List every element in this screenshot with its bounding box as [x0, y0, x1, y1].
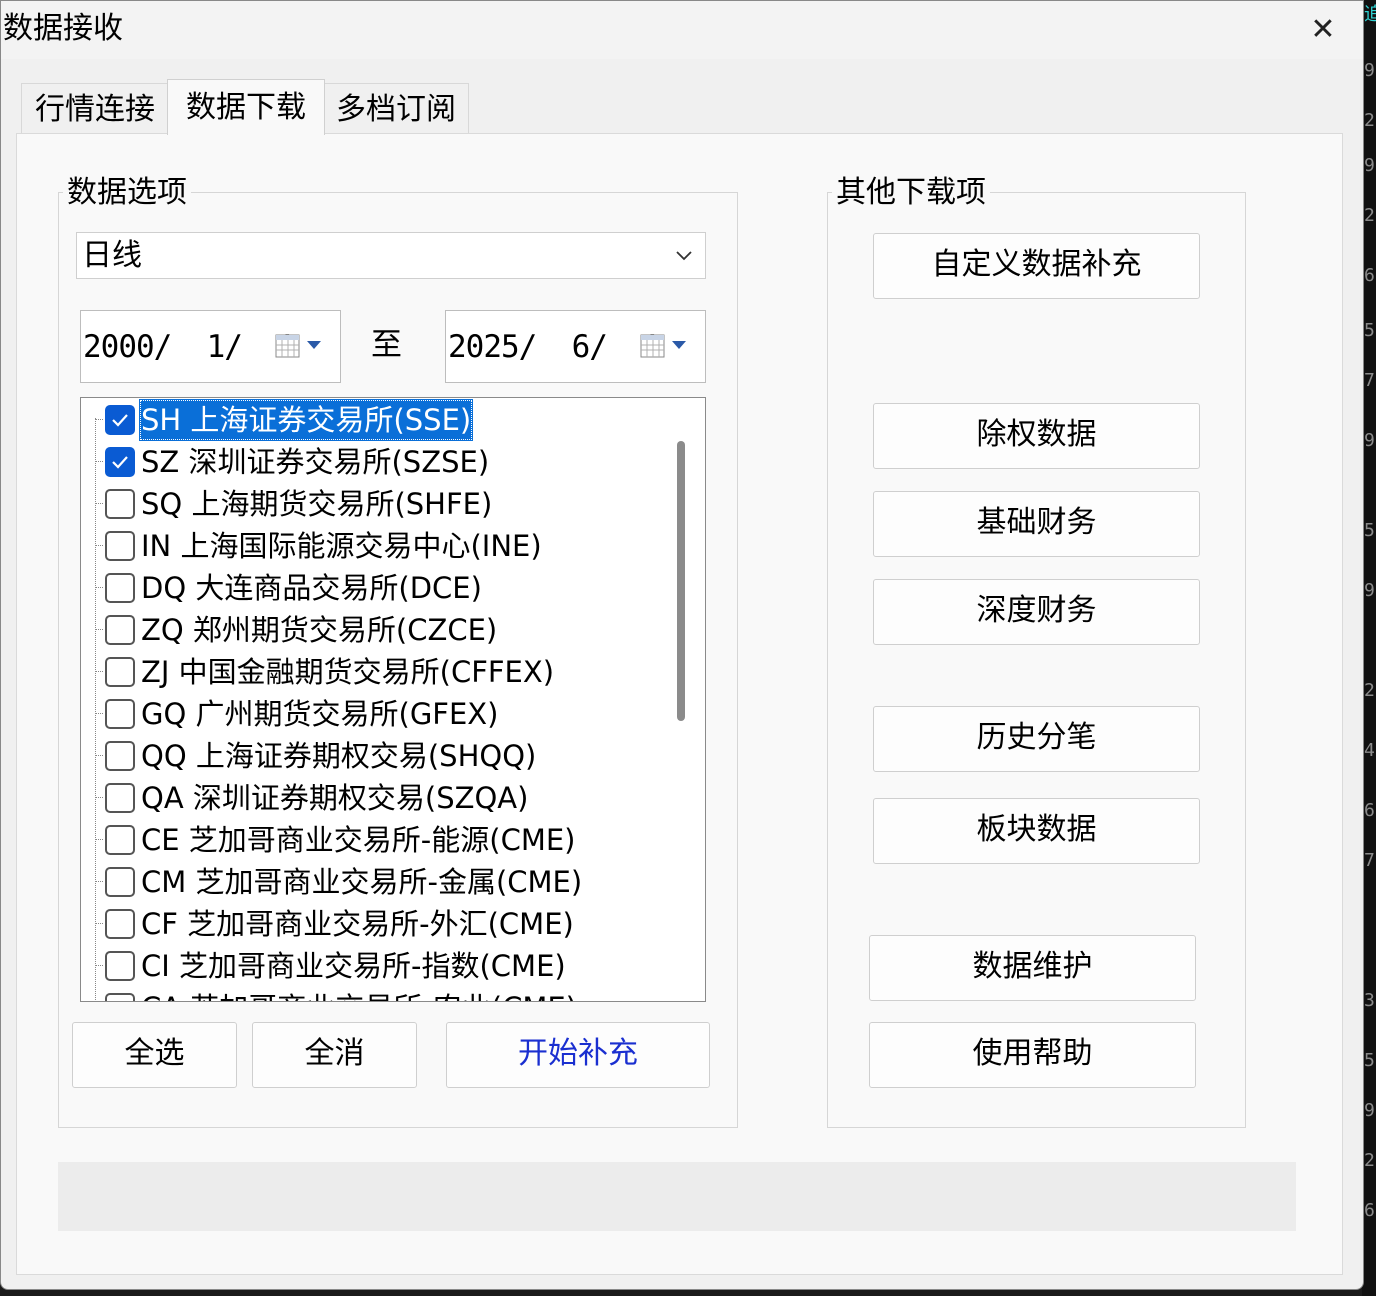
list-item[interactable]: SZ 深圳证券交易所(SZSE) — [81, 441, 681, 483]
chevron-down-icon — [676, 251, 692, 261]
custom-data-supplement-button[interactable]: 自定义数据补充 — [873, 233, 1200, 299]
tree-connector — [95, 755, 103, 756]
tree-connector — [95, 671, 103, 672]
start-download-button[interactable]: 开始补充 — [446, 1022, 710, 1088]
exchange-checkbox[interactable] — [105, 699, 135, 729]
exchange-checkbox[interactable] — [105, 447, 135, 477]
exchange-checkbox[interactable] — [105, 615, 135, 645]
exchange-label[interactable]: GQ 广州期货交易所(GFEX) — [139, 693, 501, 735]
list-scrollbar-thumb[interactable] — [677, 441, 685, 721]
exchange-label[interactable]: CI 芝加哥商业交易所-指数(CME) — [139, 945, 568, 987]
exchange-checkbox[interactable] — [105, 657, 135, 687]
list-item[interactable]: IN 上海国际能源交易中心(INE) — [81, 525, 681, 567]
tab-market-connection[interactable]: 行情连接 — [21, 83, 169, 135]
exchange-checkbox[interactable] — [105, 825, 135, 855]
tree-connector — [95, 503, 103, 504]
start-date-value: 2000/ 1/ 1 — [83, 329, 296, 365]
basic-financials-button[interactable]: 基础财务 — [873, 491, 1200, 557]
list-item[interactable]: CA 芝加哥商业交易所-农业(CME) — [81, 987, 681, 1001]
exchange-label[interactable]: QA 深圳证券期权交易(SZQA) — [139, 777, 530, 819]
tree-connector — [95, 419, 103, 420]
exchange-checkbox[interactable] — [105, 951, 135, 981]
date-range-separator: 至 — [371, 327, 402, 363]
exchange-checkbox[interactable] — [105, 405, 135, 435]
select-all-button[interactable]: 全选 — [72, 1022, 237, 1088]
exchange-label[interactable]: SZ 深圳证券交易所(SZSE) — [139, 441, 491, 483]
exchange-checkbox[interactable] — [105, 909, 135, 939]
close-icon[interactable]: ✕ — [1301, 11, 1345, 49]
list-item[interactable]: QA 深圳证券期权交易(SZQA) — [81, 777, 681, 819]
tree-connector — [95, 839, 103, 840]
tree-connector — [95, 965, 103, 966]
data-maintenance-button[interactable]: 数据维护 — [869, 935, 1196, 1001]
exchange-label[interactable]: CM 芝加哥商业交易所-金属(CME) — [139, 861, 584, 903]
window-title: 数据接收 — [3, 11, 123, 46]
exchange-checkbox[interactable] — [105, 993, 135, 1001]
list-item[interactable]: SH 上海证券交易所(SSE) — [81, 399, 681, 441]
list-item[interactable]: CI 芝加哥商业交易所-指数(CME) — [81, 945, 681, 987]
list-item[interactable]: ZJ 中国金融期货交易所(CFFEX) — [81, 651, 681, 693]
exchange-label[interactable]: SH 上海证券交易所(SSE) — [139, 399, 474, 441]
historical-ticks-button[interactable]: 历史分笔 — [873, 706, 1200, 772]
exchange-label[interactable]: IN 上海国际能源交易中心(INE) — [139, 525, 544, 567]
exchange-label[interactable]: CA 芝加哥商业交易所-农业(CME) — [139, 987, 579, 1001]
tree-connector — [95, 545, 103, 546]
dropdown-arrow-icon — [307, 341, 321, 349]
end-date-picker[interactable]: 2025/ 6/ 1 — [445, 310, 706, 383]
tree-connector — [95, 797, 103, 798]
list-item[interactable]: DQ 大连商品交易所(DCE) — [81, 567, 681, 609]
sector-data-button[interactable]: 板块数据 — [873, 798, 1200, 864]
exchange-checkbox[interactable] — [105, 741, 135, 771]
exchange-label[interactable]: CF 芝加哥商业交易所-外汇(CME) — [139, 903, 576, 945]
exchange-label[interactable]: CE 芝加哥商业交易所-能源(CME) — [139, 819, 577, 861]
start-date-picker[interactable]: 2000/ 1/ 1 — [80, 310, 341, 383]
other-downloads-legend: 其他下载项 — [832, 173, 990, 213]
tab-multi-level-subscription[interactable]: 多档订阅 — [323, 83, 469, 135]
data-options-legend: 数据选项 — [63, 173, 191, 213]
tree-connector — [95, 629, 103, 630]
exchange-label[interactable]: QQ 上海证券期权交易(SHQQ) — [139, 735, 538, 777]
exchange-label[interactable]: ZJ 中国金融期货交易所(CFFEX) — [139, 651, 556, 693]
exchange-label[interactable]: ZQ 郑州期货交易所(CZCE) — [139, 609, 499, 651]
deselect-all-button[interactable]: 全消 — [252, 1022, 417, 1088]
list-item[interactable]: ZQ 郑州期货交易所(CZCE) — [81, 609, 681, 651]
period-select[interactable]: 日线 — [76, 232, 706, 279]
exchange-checkbox[interactable] — [105, 573, 135, 603]
tree-connector — [95, 881, 103, 882]
exchange-checkbox[interactable] — [105, 531, 135, 561]
checkmark-icon — [112, 456, 128, 469]
title-bar: 数据接收 ✕ — [1, 1, 1363, 59]
period-select-value: 日线 — [82, 238, 142, 273]
dropdown-arrow-icon — [672, 341, 686, 349]
tree-connector — [95, 713, 103, 714]
calendar-icon — [640, 334, 665, 358]
data-receive-dialog: 数据接收 ✕ 行情连接 数据下载 多档订阅 数据选项 日线 2000/ 1/ 1… — [0, 0, 1364, 1290]
list-item[interactable]: SQ 上海期货交易所(SHFE) — [81, 483, 681, 525]
tree-connector — [95, 461, 103, 462]
exchange-checkbox[interactable] — [105, 783, 135, 813]
status-bar — [58, 1162, 1296, 1231]
help-button[interactable]: 使用帮助 — [869, 1022, 1196, 1088]
list-item[interactable]: CF 芝加哥商业交易所-外汇(CME) — [81, 903, 681, 945]
exchange-checklist[interactable]: SH 上海证券交易所(SSE) SZ 深圳证券交易所(SZSE) SQ 上海期货交易… — [80, 397, 706, 1002]
tree-connector — [95, 923, 103, 924]
calendar-icon — [275, 334, 300, 358]
background-app-strip: 追9292657959246735926 — [1362, 0, 1376, 1296]
list-item[interactable]: CE 芝加哥商业交易所-能源(CME) — [81, 819, 681, 861]
deep-financials-button[interactable]: 深度财务 — [873, 579, 1200, 645]
checkmark-icon — [112, 414, 128, 427]
list-item[interactable]: GQ 广州期货交易所(GFEX) — [81, 693, 681, 735]
exchange-checkbox[interactable] — [105, 489, 135, 519]
list-item[interactable]: QQ 上海证券期权交易(SHQQ) — [81, 735, 681, 777]
end-date-value: 2025/ 6/ 1 — [448, 329, 661, 365]
exchange-checkbox[interactable] — [105, 867, 135, 897]
tab-data-download[interactable]: 数据下载 — [167, 79, 325, 135]
ex-rights-data-button[interactable]: 除权数据 — [873, 403, 1200, 469]
tree-connector — [95, 587, 103, 588]
exchange-label[interactable]: SQ 上海期货交易所(SHFE) — [139, 483, 494, 525]
exchange-label[interactable]: DQ 大连商品交易所(DCE) — [139, 567, 484, 609]
list-item[interactable]: CM 芝加哥商业交易所-金属(CME) — [81, 861, 681, 903]
